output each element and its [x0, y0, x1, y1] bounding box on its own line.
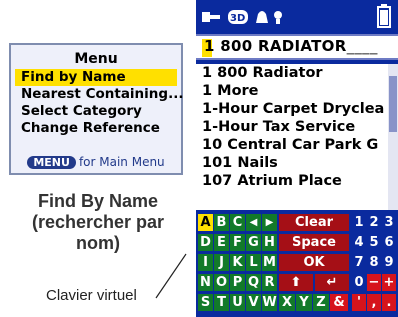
space-button[interactable]: Space	[279, 234, 349, 251]
battery-icon	[377, 4, 391, 28]
keyboard-caption: Clavier virtuel	[46, 287, 137, 304]
key-minus[interactable]: −	[367, 274, 381, 291]
usb-power-icon	[202, 12, 220, 22]
list-item[interactable]: 101 Nails	[196, 154, 388, 172]
menu-footer-text: for Main Menu	[78, 155, 165, 169]
key-4[interactable]: 4	[352, 234, 366, 251]
key-9[interactable]: 9	[382, 254, 396, 271]
key-r[interactable]: R	[262, 274, 277, 291]
shift-key-icon[interactable]: ⬆	[279, 274, 313, 291]
key-w[interactable]: W	[262, 294, 277, 311]
3d-fix-icon: 3D	[228, 10, 248, 24]
key-plus[interactable]: +	[382, 274, 396, 291]
menu-footer: MENU for Main Menu	[11, 155, 181, 169]
key-z[interactable]: Z	[313, 294, 329, 311]
status-bar: 3D	[198, 4, 398, 30]
key-0[interactable]: 0	[352, 274, 366, 291]
key-ampersand[interactable]: &	[330, 294, 348, 311]
key-j[interactable]: J	[214, 254, 229, 271]
key-5[interactable]: 5	[367, 234, 381, 251]
gps-screen: 3D 1 800 RADIATOR____ 1 800 Radiator 1 M…	[196, 0, 398, 317]
key-l[interactable]: L	[246, 254, 261, 271]
caption-line-2: (rechercher par	[31, 212, 165, 232]
svg-text:3D: 3D	[230, 13, 245, 24]
list-item[interactable]: 1 800 Radiator	[196, 64, 388, 82]
key-y[interactable]: Y	[296, 294, 312, 311]
key-left-arrow[interactable]: ◀	[246, 214, 261, 231]
key-p[interactable]: P	[230, 274, 245, 291]
search-input[interactable]: 1 800 RADIATOR____	[196, 34, 398, 60]
caption-line-3: nom)	[76, 233, 120, 253]
key-e[interactable]: E	[214, 234, 229, 251]
key-s[interactable]: S	[198, 294, 213, 311]
caption-line-1: Find By Name	[37, 191, 159, 211]
key-n[interactable]: N	[198, 274, 213, 291]
menu-item-nearest-containing[interactable]: Nearest Containing...	[15, 86, 183, 103]
key-k[interactable]: K	[230, 254, 245, 271]
menu-item-find-by-name[interactable]: Find by Name	[15, 69, 177, 86]
caption: Find By Name (rechercher par nom)	[8, 191, 188, 254]
status-icons: 3D	[202, 4, 391, 28]
key-i[interactable]: I	[198, 254, 213, 271]
key-2[interactable]: 2	[367, 214, 381, 231]
key-1[interactable]: 1	[352, 214, 366, 231]
key-g[interactable]: G	[246, 234, 261, 251]
key-v[interactable]: V	[246, 294, 261, 311]
bell-icon	[256, 11, 268, 23]
key-c[interactable]: C	[230, 214, 245, 231]
clear-button[interactable]: Clear	[279, 214, 349, 231]
key-f[interactable]: F	[230, 234, 245, 251]
key-8[interactable]: 8	[367, 254, 381, 271]
ok-button[interactable]: OK	[279, 254, 349, 271]
key-u[interactable]: U	[230, 294, 245, 311]
list-item[interactable]: 107 Atrium Place	[196, 172, 388, 190]
key-h[interactable]: H	[262, 234, 277, 251]
menu-item-change-reference[interactable]: Change Reference	[15, 120, 177, 137]
enter-key-icon[interactable]: ↵	[315, 274, 349, 291]
menu-title: Menu	[74, 51, 118, 67]
list-item[interactable]: 1 More	[196, 82, 388, 100]
scrollbar-thumb[interactable]	[389, 76, 397, 132]
key-b[interactable]: B	[214, 214, 229, 231]
key-t[interactable]: T	[214, 294, 229, 311]
key-right-arrow[interactable]: ▶	[262, 214, 277, 231]
menu-item-select-category[interactable]: Select Category	[15, 103, 177, 120]
scrollbar[interactable]	[388, 64, 398, 210]
key-7[interactable]: 7	[352, 254, 366, 271]
search-cursor-char: 1	[204, 37, 215, 55]
virtual-keyboard: A B C ◀ ▶ Clear 1 2 3 D E F G H Space 4 …	[196, 210, 398, 317]
key-q[interactable]: Q	[246, 274, 261, 291]
list-item[interactable]: 10 Central Car Park G	[196, 136, 388, 154]
key-d[interactable]: D	[198, 234, 213, 251]
key-o[interactable]: O	[214, 274, 229, 291]
key-3[interactable]: 3	[382, 214, 396, 231]
key-6[interactable]: 6	[382, 234, 396, 251]
key-a[interactable]: A	[198, 214, 213, 231]
key-comma[interactable]: ,	[367, 294, 381, 311]
menu-panel: Menu Find by Name Nearest Containing... …	[9, 43, 183, 175]
list-item[interactable]: 1-Hour Carpet Dryclea	[196, 100, 388, 118]
results-list: 1 800 Radiator 1 More 1-Hour Carpet Dryc…	[196, 64, 388, 210]
list-item[interactable]: 1-Hour Tax Service	[196, 118, 388, 136]
key-m[interactable]: M	[262, 254, 277, 271]
key-x[interactable]: X	[279, 294, 295, 311]
key-period[interactable]: .	[382, 294, 396, 311]
search-value: 800 RADIATOR	[214, 37, 347, 55]
search-placeholder: ____	[346, 37, 378, 55]
pointer-line	[155, 253, 187, 299]
menu-button-icon[interactable]: MENU	[27, 156, 76, 169]
key-apostrophe[interactable]: '	[352, 294, 366, 311]
bulb-icon	[274, 11, 282, 24]
